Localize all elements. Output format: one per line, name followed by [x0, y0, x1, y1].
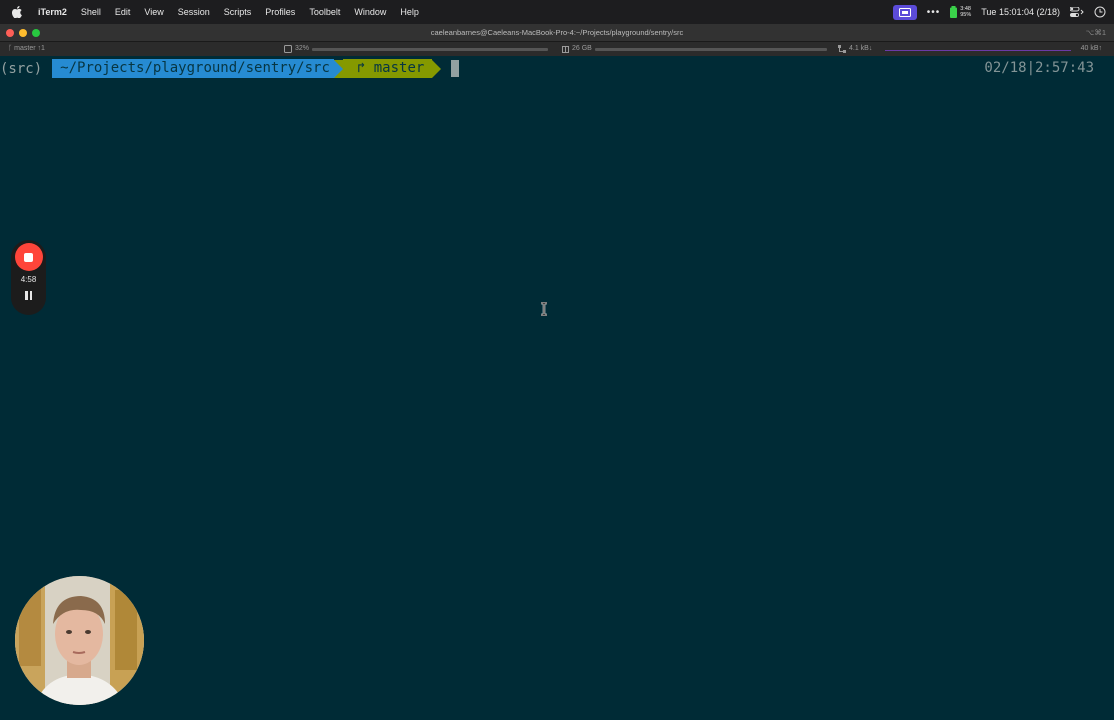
status-network[interactable]: 4.1 kB↓: [838, 42, 1072, 56]
status-bar: ᚴ master ↑1 32% 26 GB 4.1 kB↓ 40 kB↑: [0, 42, 1114, 56]
powerline-separator-icon: [432, 59, 442, 78]
battery-icon: [950, 6, 958, 18]
net-up-value[interactable]: 40 kB↑: [1081, 42, 1102, 56]
menu-window[interactable]: Window: [347, 0, 393, 24]
shell-prompt: (src) ~/Projects/playground/sentry/src ↱…: [0, 59, 460, 78]
powerline-separator-icon: [333, 59, 343, 78]
window-titlebar[interactable]: caeleanbarnes@Caeleans-MacBook-Pro-4:~/P…: [0, 24, 1114, 42]
text-cursor: [451, 60, 460, 77]
webcam-feed: [15, 576, 144, 705]
window-shortcut: ⌥⌘1: [1085, 28, 1106, 37]
net-down-value: 4.1 kB↓: [849, 45, 873, 52]
menu-view[interactable]: View: [137, 0, 170, 24]
webcam-bubble[interactable]: [15, 576, 144, 705]
menu-session[interactable]: Session: [171, 0, 217, 24]
menu-help[interactable]: Help: [393, 0, 426, 24]
stop-icon: [24, 252, 33, 262]
prompt-git-branch: ↱ master: [342, 59, 433, 78]
prompt-right-timestamp: 02/18|2:57:43: [984, 60, 1094, 76]
menu-shell[interactable]: Shell: [74, 0, 108, 24]
battery-percent: 95%: [960, 12, 972, 18]
pause-icon: [25, 291, 28, 300]
menu-edit[interactable]: Edit: [108, 0, 138, 24]
prompt-path: ~/Projects/playground/sentry/src: [52, 59, 334, 78]
pause-recording-button[interactable]: [25, 291, 32, 300]
more-icon[interactable]: •••: [927, 7, 941, 18]
menubar-clock[interactable]: Tue 15:01:04 (2/18): [981, 7, 1060, 17]
status-memory[interactable]: 26 GB: [562, 42, 827, 56]
cpu-meter: [312, 47, 549, 51]
status-cpu[interactable]: 32%: [284, 42, 549, 56]
stop-recording-button[interactable]: [14, 243, 43, 271]
menu-app-name[interactable]: iTerm2: [34, 0, 74, 24]
network-icon: [838, 45, 846, 53]
menu-bar: iTerm2 Shell Edit View Session Scripts P…: [0, 0, 1114, 24]
recording-controls: 4:58: [11, 240, 46, 315]
status-git-branch[interactable]: ᚴ master ↑1: [8, 42, 45, 56]
menu-scripts[interactable]: Scripts: [217, 0, 259, 24]
prompt-venv: (src): [0, 60, 43, 77]
memory-meter: [594, 47, 827, 51]
menubar-extras: ••• 3:48 95% Tue 15:01:04 (2/18): [892, 0, 1106, 24]
apple-icon[interactable]: [10, 5, 24, 19]
cpu-icon: [284, 45, 292, 53]
menu-profiles[interactable]: Profiles: [258, 0, 302, 24]
clock-icon[interactable]: [1094, 6, 1106, 18]
screen-recording-indicator[interactable]: [892, 4, 917, 20]
menu-toolbelt[interactable]: Toolbelt: [302, 0, 347, 24]
window-title: caeleanbarnes@Caeleans-MacBook-Pro-4:~/P…: [430, 28, 684, 37]
network-graph: [885, 47, 1072, 51]
recording-timer: 4:58: [20, 275, 37, 284]
terminal-pane[interactable]: (src) ~/Projects/playground/sentry/src ↱…: [0, 56, 1114, 720]
memory-value: 26 GB: [572, 45, 592, 52]
control-center-icon[interactable]: [1070, 7, 1084, 17]
battery-status[interactable]: 3:48 95%: [950, 6, 971, 18]
cpu-value: 32%: [295, 45, 310, 52]
screen-record-icon: [898, 7, 911, 17]
ibeam-cursor-icon: [541, 302, 547, 316]
memory-icon: [562, 45, 569, 53]
